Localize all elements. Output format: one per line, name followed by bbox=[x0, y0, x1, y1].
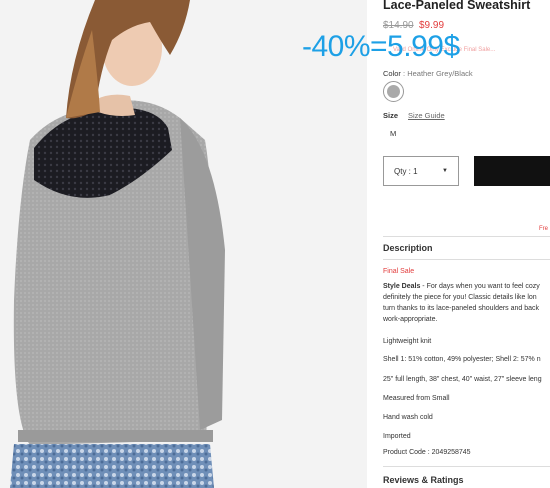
size-option-m[interactable]: M bbox=[390, 129, 396, 138]
color-row: Color : Heather Grey/Black bbox=[383, 69, 473, 78]
description-body: Style Deals - For days when you want to … bbox=[383, 281, 550, 325]
divider bbox=[383, 466, 550, 467]
model-illustration bbox=[0, 0, 367, 488]
detail-line: Hand wash cold bbox=[383, 414, 433, 421]
discount-overlay-text: -40%=5.99$ bbox=[302, 30, 460, 63]
chevron-down-icon: ▼ bbox=[442, 168, 448, 174]
detail-line: 25" full length, 38" chest, 40" waist, 2… bbox=[383, 376, 542, 383]
quantity-label: Qty : 1 bbox=[394, 167, 418, 176]
description-line: work-appropriate. bbox=[383, 316, 438, 323]
color-swatch[interactable] bbox=[383, 81, 404, 102]
reviews-heading[interactable]: Reviews & Ratings bbox=[383, 475, 464, 485]
free-shipping-text: Fre bbox=[539, 226, 548, 232]
description-line: - For days when you want to feel cozy bbox=[420, 283, 540, 290]
detail-line: Measured from Small bbox=[383, 395, 450, 402]
style-deals-label: Style Deals bbox=[383, 283, 421, 290]
divider bbox=[383, 259, 550, 260]
quantity-select[interactable]: Qty : 1 ▼ bbox=[383, 156, 459, 186]
color-label: Color bbox=[383, 69, 401, 78]
detail-line: Lightweight knit bbox=[383, 338, 432, 345]
size-guide-link[interactable]: Size Guide bbox=[408, 111, 445, 120]
product-info-panel: Lace-Paneled Sweatshirt $14.90 $9.99 Val… bbox=[367, 0, 550, 488]
add-to-bag-button[interactable] bbox=[474, 156, 550, 186]
product-title: Lace-Paneled Sweatshirt bbox=[383, 0, 531, 12]
description-line: definitely the piece for you! Classic de… bbox=[383, 294, 537, 301]
product-photo[interactable] bbox=[0, 0, 367, 488]
divider bbox=[383, 236, 550, 237]
size-label: Size bbox=[383, 111, 399, 120]
detail-line: Imported bbox=[383, 433, 411, 440]
description-line: turn thanks to its lace-paneled shoulder… bbox=[383, 305, 540, 312]
description-heading[interactable]: Description bbox=[383, 243, 433, 253]
final-sale-label: Final Sale bbox=[383, 268, 415, 275]
color-value: : Heather Grey/Black bbox=[403, 69, 473, 78]
product-code: Product Code : 2049258745 bbox=[383, 449, 471, 456]
detail-line: Shell 1: 51% cotton, 49% polyester; Shel… bbox=[383, 356, 541, 363]
